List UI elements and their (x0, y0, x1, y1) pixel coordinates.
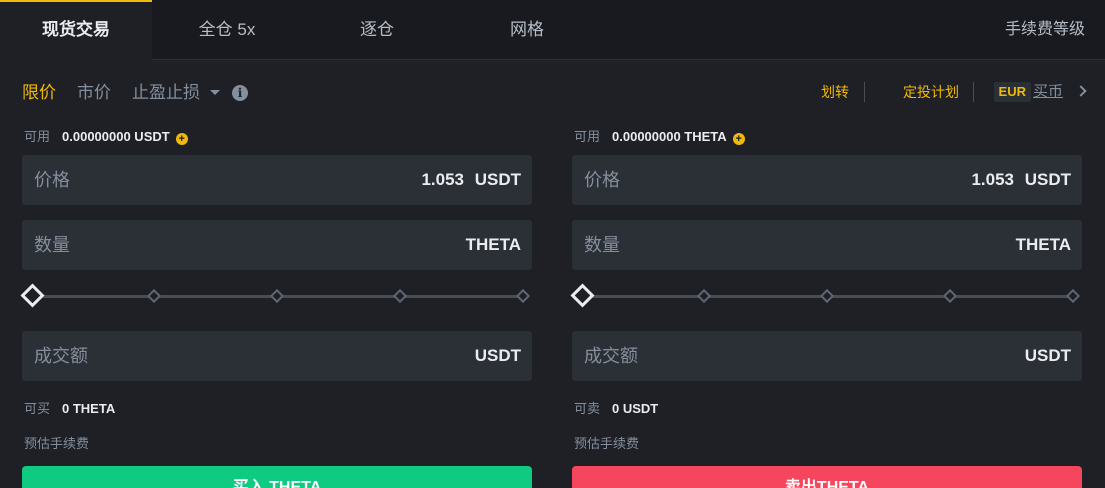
max-sell: 可卖 0 USDT (574, 398, 658, 417)
chevron-right-icon[interactable] (1075, 85, 1087, 97)
tab-grid[interactable]: 网格 (472, 0, 582, 60)
available-label: 可用 (24, 129, 51, 144)
tab-cross-margin[interactable]: 全仓 5x (172, 0, 282, 60)
amount-label: 数量 (584, 235, 620, 255)
trade-widget: 现货交易 全仓 5x 逐仓 网格 手续费等级 限价 市价 止盈止损 i 划转 定… (0, 0, 1105, 488)
info-icon[interactable]: i (232, 85, 248, 101)
total-unit: USDT (1024, 346, 1071, 365)
amount-slider[interactable] (20, 283, 532, 308)
price-input[interactable]: 价格 1.053 USDT (22, 155, 532, 205)
header-actions: 划转 定投计划 EUR 买币 (787, 78, 1087, 106)
estimated-fee-label: 预估手续费 (574, 436, 640, 451)
sell-panel: 可用 0.00000000 THETA + 价格 1.053 USDT 数量 THE… (570, 122, 1082, 488)
total-label: 成交额 (584, 346, 638, 366)
max-sell-label: 可卖 (574, 401, 601, 416)
slider-node-25[interactable] (146, 288, 162, 304)
amount-label: 数量 (34, 235, 70, 255)
caret-down-icon[interactable] (210, 90, 220, 95)
total-input[interactable]: 成交额 USDT (22, 331, 532, 381)
amount-unit: THETA (1015, 235, 1071, 254)
estimated-fee-label: 预估手续费 (24, 436, 90, 451)
buy-panel: 可用 0.00000000 USDT + 价格 1.053 USDT 数量 THET… (20, 122, 532, 488)
price-value[interactable]: 1.053 (971, 155, 1014, 205)
max-buy: 可买 0 THETA (24, 398, 115, 417)
total-input[interactable]: 成交额 USDT (572, 331, 1082, 381)
slider-node-100[interactable] (515, 288, 531, 304)
max-sell-value: 0 USDT (612, 401, 659, 416)
plus-circle-icon[interactable]: + (732, 133, 745, 145)
slider-node-50[interactable] (269, 288, 285, 304)
tab-isolated-margin[interactable]: 逐仓 (322, 0, 432, 60)
order-type-market[interactable]: 市价 (77, 80, 111, 106)
tab-spot[interactable]: 现货交易 (0, 0, 152, 60)
available-value: 0.00000000 USDT (62, 129, 170, 144)
buy-button[interactable]: 买入 THETA (22, 466, 532, 488)
price-input[interactable]: 价格 1.053 USDT (572, 155, 1082, 205)
buy-crypto-link[interactable]: 买币 (1033, 78, 1063, 106)
plus-circle-icon[interactable]: + (175, 133, 188, 145)
transfer-link[interactable]: 划转 (821, 78, 849, 106)
total-unit: USDT (474, 346, 521, 365)
price-unit: USDT (474, 170, 521, 189)
amount-input[interactable]: 数量 THETA (22, 220, 532, 270)
slider-node-100[interactable] (1065, 288, 1081, 304)
price-unit: USDT (1024, 170, 1071, 189)
fee-level-link[interactable]: 手续费等级 (1005, 0, 1085, 60)
price-label: 价格 (34, 170, 70, 190)
slider-node-25[interactable] (696, 288, 712, 304)
amount-slider[interactable] (570, 283, 1082, 308)
max-buy-label: 可买 (24, 401, 51, 416)
slider-handle[interactable] (20, 283, 45, 308)
amount-unit: THETA (465, 235, 521, 254)
sell-button[interactable]: 卖出THETA (572, 466, 1082, 488)
currency-badge[interactable]: EUR (993, 82, 1031, 102)
divider (864, 82, 865, 102)
available-value: 0.00000000 THETA (612, 129, 727, 144)
amount-input[interactable]: 数量 THETA (572, 220, 1082, 270)
order-type-limit[interactable]: 限价 (22, 80, 56, 106)
available-label: 可用 (574, 129, 601, 144)
slider-node-75[interactable] (392, 288, 408, 304)
recurring-plan-link[interactable]: 定投计划 (903, 78, 959, 106)
max-buy-value: 0 THETA (62, 401, 116, 416)
slider-node-50[interactable] (819, 288, 835, 304)
order-type-stop[interactable]: 止盈止损 (132, 80, 200, 106)
trade-tabs: 现货交易 全仓 5x 逐仓 网格 手续费等级 (0, 0, 1105, 60)
price-label: 价格 (584, 170, 620, 190)
slider-handle[interactable] (570, 283, 595, 308)
available-balance: 可用 0.00000000 THETA + (574, 126, 745, 145)
price-value[interactable]: 1.053 (421, 155, 464, 205)
divider (973, 82, 974, 102)
available-balance: 可用 0.00000000 USDT + (24, 126, 188, 145)
total-label: 成交额 (34, 346, 88, 366)
slider-node-75[interactable] (942, 288, 958, 304)
